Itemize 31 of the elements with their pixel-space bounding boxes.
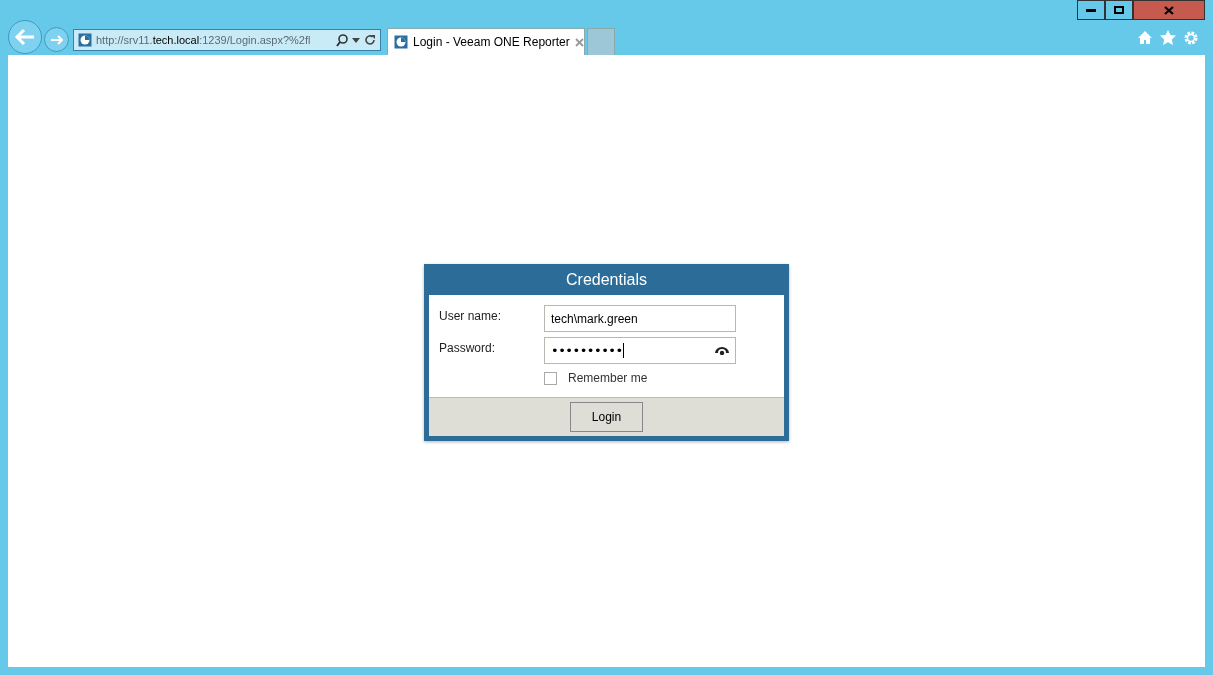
maximize-icon <box>1114 6 1124 14</box>
close-button[interactable] <box>1133 0 1205 20</box>
login-button[interactable]: Login <box>570 402 643 432</box>
page-icon <box>394 35 408 49</box>
forward-button[interactable] <box>44 27 69 52</box>
search-icon[interactable] <box>336 33 348 47</box>
remember-checkbox[interactable] <box>544 371 557 385</box>
dialog-title: Credentials <box>565 270 648 290</box>
back-button[interactable] <box>8 20 42 54</box>
close-icon[interactable] <box>574 37 584 47</box>
address-bar[interactable]: http://srv11.tech.local:1239/Login.aspx?%2fl <box>73 29 381 51</box>
page-icon <box>78 33 92 47</box>
home-icon[interactable] <box>1137 30 1153 45</box>
left-arrow-icon <box>14 28 36 46</box>
settings-icon[interactable] <box>1183 30 1199 46</box>
star-icon[interactable] <box>1160 30 1176 45</box>
right-arrow-icon <box>49 33 64 46</box>
password-field[interactable]: •••••••••• <box>544 337 736 364</box>
maximize-button[interactable] <box>1105 0 1133 20</box>
close-icon <box>1164 5 1174 15</box>
username-field[interactable]: tech\mark.green <box>544 305 736 332</box>
checkbox-label: Remember me <box>568 371 648 385</box>
field-label: User name: <box>439 308 503 325</box>
dropdown-icon[interactable] <box>352 37 360 43</box>
refresh-icon[interactable] <box>364 34 376 46</box>
browser-tab[interactable]: Login - Veeam ONE Reporter <box>387 28 585 55</box>
url-text: http://srv11.tech.local:1239/Login.aspx?%2fl <box>96 34 312 46</box>
eye-icon[interactable] <box>715 346 729 355</box>
minimize-icon <box>1086 8 1096 12</box>
minimize-button[interactable] <box>1077 0 1105 20</box>
field-label: Password: <box>439 340 497 357</box>
